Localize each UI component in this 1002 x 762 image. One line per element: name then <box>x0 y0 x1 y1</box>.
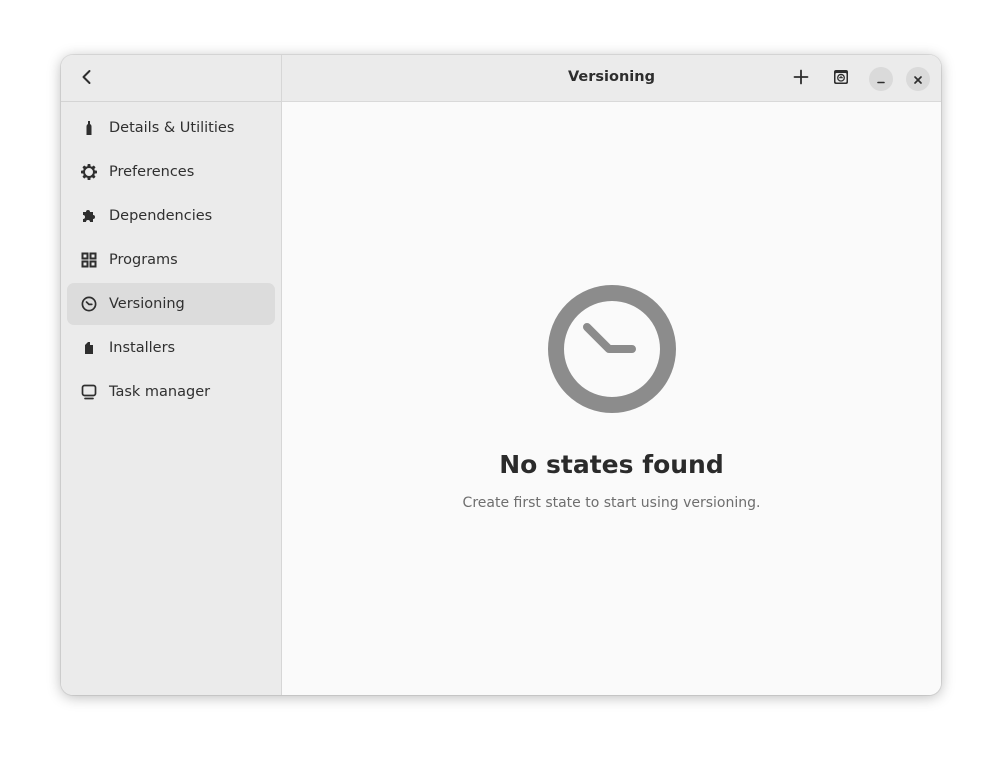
empty-state-clock-icon <box>547 284 677 418</box>
minimize-button[interactable] <box>869 67 893 91</box>
sidebar-item-task-manager[interactable]: Task manager <box>67 371 275 413</box>
snapshot-icon <box>833 69 849 89</box>
grid-icon <box>80 251 98 269</box>
snapshot-button[interactable] <box>825 63 857 95</box>
sidebar-item-preferences[interactable]: Preferences <box>67 151 275 193</box>
sidebar-nav: Details & Utilities Preferences Dependen… <box>67 107 275 415</box>
sidebar-item-programs[interactable]: Programs <box>67 239 275 281</box>
sidebar-item-dependencies[interactable]: Dependencies <box>67 195 275 237</box>
sidebar-item-label: Task manager <box>109 384 211 400</box>
close-icon <box>913 70 923 89</box>
empty-state-description: Create first state to start using versio… <box>462 495 761 511</box>
plus-icon <box>793 69 809 89</box>
app-window: Details & Utilities Preferences Dependen… <box>61 55 941 695</box>
minimize-icon <box>876 70 886 89</box>
back-arrow-icon <box>79 69 95 89</box>
sidebar-header <box>61 55 281 102</box>
sidebar-item-label: Details & Utilities <box>109 120 235 136</box>
empty-state-title: No states found <box>499 450 724 479</box>
monitor-icon <box>80 383 98 401</box>
sidebar-item-label: Dependencies <box>109 208 213 224</box>
close-button[interactable] <box>906 67 930 91</box>
add-state-button[interactable] <box>785 63 817 95</box>
sidebar: Details & Utilities Preferences Dependen… <box>61 55 282 695</box>
sidebar-item-label: Versioning <box>109 296 185 312</box>
package-icon <box>80 339 98 357</box>
clock-icon <box>80 295 98 313</box>
gear-icon <box>80 163 98 181</box>
sidebar-item-versioning[interactable]: Versioning <box>67 283 275 325</box>
header-bar: Versioning <box>282 55 941 102</box>
sidebar-item-label: Installers <box>109 340 176 356</box>
back-button[interactable] <box>71 63 103 95</box>
sidebar-item-label: Preferences <box>109 164 195 180</box>
puzzle-icon <box>80 207 98 225</box>
main-content: Versioning No states found Create first … <box>282 55 941 695</box>
sidebar-item-details-utilities[interactable]: Details & Utilities <box>67 107 275 149</box>
sidebar-item-label: Programs <box>109 252 178 268</box>
sidebar-item-installers[interactable]: Installers <box>67 327 275 369</box>
bottle-icon <box>80 119 98 137</box>
